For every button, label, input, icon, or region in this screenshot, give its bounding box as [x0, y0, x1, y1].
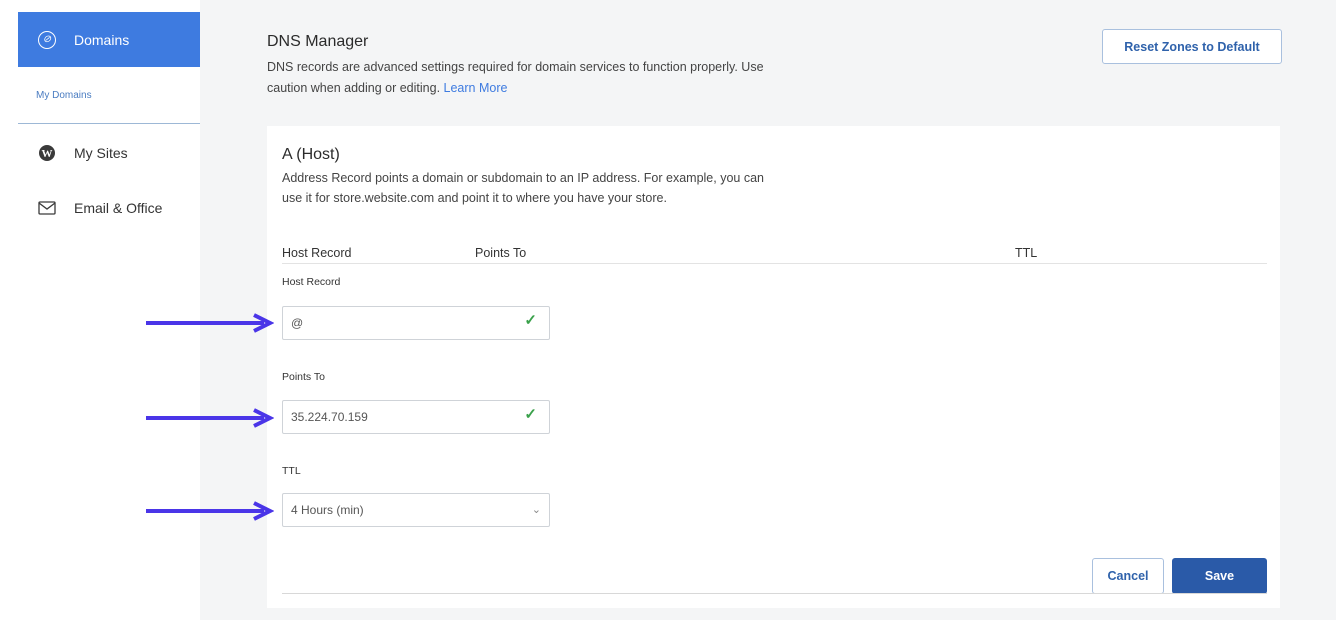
- record-table-header: Host Record Points To TTL: [282, 244, 1267, 264]
- a-record-card: A (Host) Address Record points a domain …: [267, 126, 1280, 608]
- points-to-input[interactable]: 35.224.70.159 ✓: [282, 400, 550, 434]
- arrow-icon: [146, 408, 274, 428]
- compass-icon: ⊘: [38, 30, 56, 49]
- column-header-ttl: TTL: [1015, 246, 1038, 260]
- sidebar-item-label: My Sites: [74, 145, 128, 161]
- sidebar-subitem-label: My Domains: [36, 89, 92, 101]
- svg-text:W: W: [42, 148, 53, 160]
- column-header-points-to: Points To: [475, 246, 527, 260]
- reset-zones-button[interactable]: Reset Zones to Default: [1102, 29, 1282, 64]
- points-to-value: 35.224.70.159: [291, 410, 368, 424]
- arrow-icon: [146, 501, 274, 521]
- cancel-button[interactable]: Cancel: [1092, 558, 1164, 594]
- card-divider: [282, 593, 1267, 594]
- points-to-label: Points To: [282, 371, 325, 383]
- checkmark-icon: ✓: [524, 312, 537, 329]
- record-description: Address Record points a domain or subdom…: [282, 171, 764, 205]
- sidebar-item-label: Email & Office: [74, 200, 163, 216]
- ttl-select[interactable]: 4 Hours (min) ⌄: [282, 493, 550, 527]
- host-record-value: @: [291, 316, 304, 330]
- sidebar-item-label: Domains: [74, 31, 130, 48]
- checkmark-icon: ✓: [524, 406, 537, 423]
- sidebar: ⊘ Domains My Domains W My Sites Email & …: [18, 0, 200, 620]
- page-description: DNS records are advanced settings requir…: [267, 57, 787, 99]
- chevron-down-icon: ⌄: [531, 504, 541, 516]
- host-record-label: Host Record: [282, 276, 341, 288]
- page-description-text: DNS records are advanced settings requir…: [267, 60, 764, 95]
- record-title: A (Host): [282, 146, 340, 163]
- sidebar-subitem-my-domains[interactable]: My Domains: [18, 67, 200, 124]
- sidebar-item-my-sites[interactable]: W My Sites: [18, 139, 200, 167]
- ttl-label: TTL: [282, 465, 301, 477]
- arrow-icon: [146, 313, 274, 333]
- main-panel: DNS Manager DNS records are advanced set…: [200, 0, 1336, 620]
- column-header-host: Host Record: [282, 246, 352, 260]
- envelope-icon: [38, 199, 56, 217]
- ttl-selected-value: 4 Hours (min): [291, 503, 364, 517]
- sidebar-item-email-office[interactable]: Email & Office: [18, 194, 200, 222]
- learn-more-link[interactable]: Learn More: [444, 81, 508, 95]
- host-record-input[interactable]: @ ✓: [282, 306, 550, 340]
- page-title: DNS Manager: [267, 33, 369, 50]
- wordpress-icon: W: [38, 144, 56, 162]
- sidebar-item-domains[interactable]: ⊘ Domains: [18, 12, 200, 67]
- save-button[interactable]: Save: [1172, 558, 1267, 594]
